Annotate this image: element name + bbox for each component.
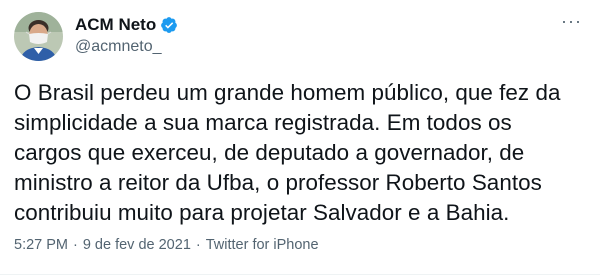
tweet-text-line: O Brasil perdeu um grande homem público,… — [14, 80, 561, 105]
meta-separator: · — [73, 237, 78, 253]
tweet-time[interactable]: 5:27 PM — [14, 237, 68, 253]
tweet-text-line: contribuiu muito para projetar Salvador … — [14, 200, 510, 225]
verified-badge-icon — [160, 16, 178, 34]
tweet-text: O Brasil perdeu um grande homem público,… — [14, 78, 592, 228]
tweet-text-line: cargos que exerceu, de deputado a govern… — [14, 140, 525, 165]
tweet-text-line: ministro a reitor da Ufba, o professor R… — [14, 170, 542, 195]
more-options-icon[interactable]: ··· — [561, 12, 582, 30]
tweet-meta: 5:27 PM · 9 de fev de 2021 · Twitter for… — [14, 237, 319, 253]
display-name[interactable]: ACM Neto — [75, 15, 156, 35]
tweet-text-line: simplicidade a sua marca registrada. Em … — [14, 110, 512, 135]
author-block: ACM Neto @acmneto_ — [75, 14, 178, 56]
tweet-card: ACM Neto @acmneto_ ··· O Brasil perdeu u… — [0, 0, 600, 275]
avatar[interactable] — [14, 12, 63, 61]
username-handle[interactable]: @acmneto_ — [75, 38, 178, 56]
meta-separator: · — [195, 237, 201, 253]
tweet-date[interactable]: 9 de fev de 2021 — [83, 237, 191, 253]
tweet-source[interactable]: Twitter for iPhone — [206, 237, 319, 253]
